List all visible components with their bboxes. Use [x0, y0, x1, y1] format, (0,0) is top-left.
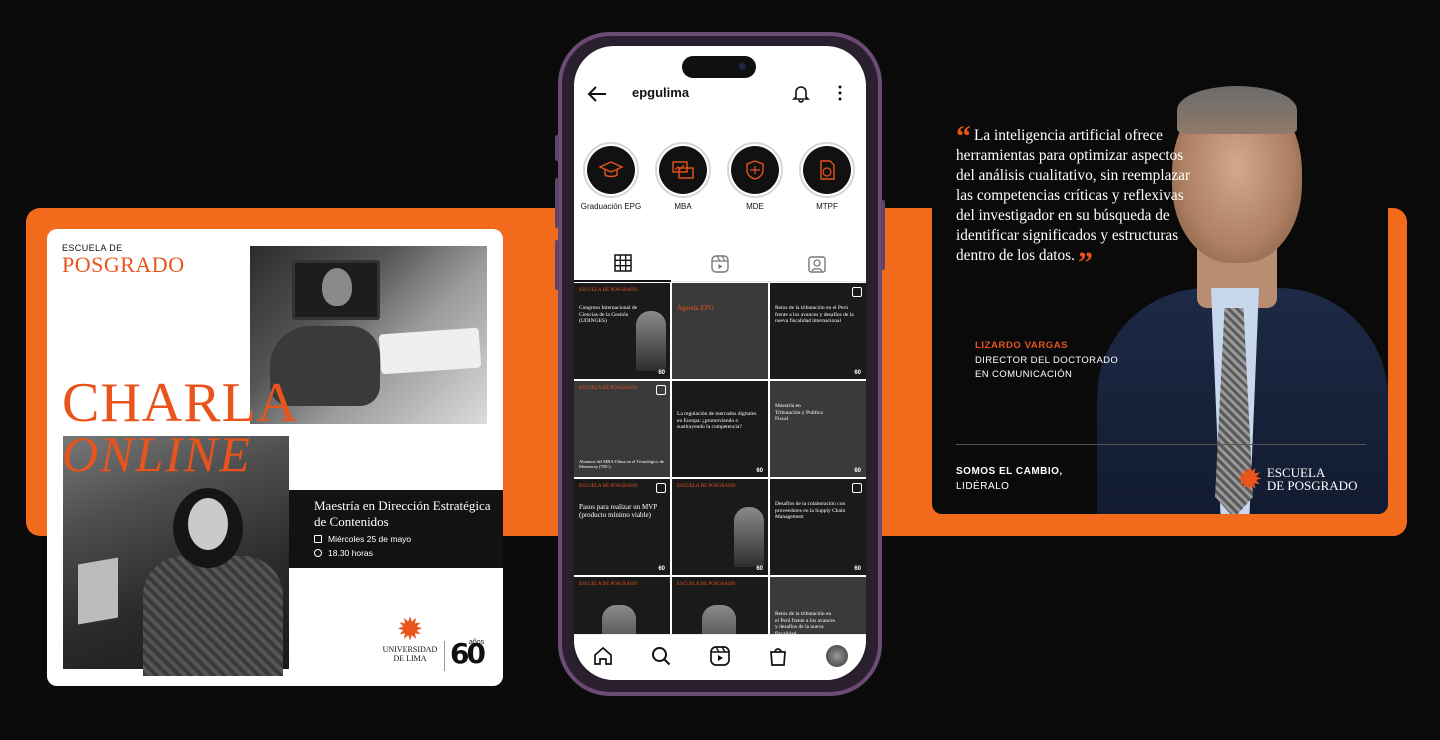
quote-text: La inteligencia artificial ofrece herram… — [956, 127, 1191, 264]
phone-button — [555, 240, 559, 290]
calendar-icon — [314, 535, 322, 543]
grid-icon — [613, 254, 632, 272]
post-tile[interactable]: La regulación de mercados digitales en E… — [672, 381, 768, 477]
profile-username: epgulima — [632, 85, 690, 100]
university-logo: ✹ UNIVERSIDAD DE LIMA — [380, 613, 440, 663]
post-tile[interactable]: ESCUELA DE POSGRADO — [574, 577, 670, 635]
profile-tabs — [574, 246, 866, 282]
phone-screen: epgulima Graduación EPG MBA MDE MTPF ESC… — [574, 46, 866, 680]
multi-post-icon — [656, 385, 666, 395]
reel-post-icon — [656, 483, 666, 493]
headline-charla: CHARLA — [62, 372, 299, 434]
post-tile[interactable]: Maestría en Tributación y Política Fisca… — [770, 381, 866, 477]
phone-button — [555, 135, 559, 161]
graduation-cap-icon — [598, 161, 624, 178]
reels-icon — [710, 255, 729, 273]
clock-icon — [314, 549, 322, 557]
shield-scale-icon — [746, 160, 764, 180]
post-tile[interactable]: ESCUELA DE POSGRADO 60 — [672, 479, 768, 575]
highlight-graduacion[interactable]: Graduación EPG — [576, 142, 646, 211]
reels-icon[interactable] — [709, 645, 731, 667]
post-tile[interactable]: Retos de la tributación en el Perú frent… — [770, 577, 866, 635]
event-info-box: Maestría en Dirección Estratégica de Con… — [289, 490, 503, 568]
bell-icon[interactable] — [791, 83, 811, 103]
charla-online-card: ESCUELA DE POSGRADO CHARLA ONLINE Maestr… — [47, 229, 503, 686]
posts-grid: ESCUELA DE POSGRADO Congreso Internaciona… — [574, 283, 866, 635]
dynamic-island — [682, 56, 756, 78]
post-tile[interactable]: ESCUELA DE POSGRADO Alumnos del MBA Ulima… — [574, 381, 670, 477]
tagged-icon — [807, 256, 826, 273]
tagline-line-2: LIDÉRALO — [956, 481, 1010, 492]
school-logo: ✹ ESCUELA DE POSGRADO — [1236, 463, 1357, 495]
multi-post-icon — [852, 483, 862, 493]
school-label-big: POSGRADO — [62, 252, 185, 277]
tab-tagged[interactable] — [768, 246, 865, 282]
highlight-label: MDE — [746, 202, 764, 211]
star-logo-icon: ✹ — [1236, 461, 1263, 497]
tab-grid[interactable] — [574, 246, 671, 282]
profile-header: epgulima — [574, 78, 866, 112]
highlight-label: Graduación EPG — [580, 202, 642, 211]
post-tile[interactable]: ESCUELA DE POSGRADO — [672, 577, 768, 635]
highlight-label: MTPF — [816, 202, 838, 211]
close-quote-mark: ” — [1077, 246, 1093, 279]
headline-online: ONLINE — [62, 426, 252, 482]
shop-icon[interactable] — [767, 645, 789, 667]
multi-post-icon — [852, 287, 862, 297]
canvas: ESCUELA DE POSGRADO CHARLA ONLINE Maestr… — [0, 0, 1440, 740]
more-options-icon[interactable] — [832, 83, 848, 103]
post-tile[interactable]: Retos de la tributación en el Perú frent… — [770, 283, 866, 379]
home-icon[interactable] — [592, 645, 614, 667]
back-arrow-icon[interactable] — [586, 84, 608, 104]
highlight-mtpf[interactable]: MTPF — [792, 142, 862, 211]
quote-text-block: “La inteligencia artificial ofrece herra… — [956, 122, 1196, 278]
quote-card: “La inteligencia artificial ofrece herra… — [932, 58, 1388, 514]
university-name: UNIVERSIDAD DE LIMA — [382, 645, 438, 663]
speaker-name: LIZARDO VARGAS — [975, 340, 1069, 351]
bottom-nav — [574, 634, 866, 680]
star-logo-icon: ✹ — [396, 611, 424, 647]
tax-document-icon — [820, 160, 835, 180]
profile-avatar[interactable] — [826, 645, 848, 667]
logo-line-2: DE POSGRADO — [1266, 478, 1358, 493]
highlight-mde[interactable]: MDE — [720, 142, 790, 211]
speaker-role: DIRECTOR DEL DOCTORADO EN COMUNICACIÓN — [975, 355, 1119, 380]
post-tile[interactable]: ESCUELA DE POSGRADO Congreso Internaciona… — [574, 283, 670, 379]
highlight-label: MBA — [674, 202, 692, 211]
divider — [956, 444, 1366, 445]
tab-reels[interactable] — [671, 246, 768, 282]
logo-divider — [444, 641, 445, 671]
tagline-line-1: SOMOS EL CAMBIO, — [956, 466, 1063, 477]
post-tile[interactable]: Desafíos de la colaboración con proveedo… — [770, 479, 866, 575]
event-time: 18.30 horas — [328, 548, 373, 558]
search-icon[interactable] — [650, 645, 672, 667]
post-tile[interactable]: ESCUELA DE POSGRADO Pasos para realizar u… — [574, 479, 670, 575]
event-date: Miércoles 25 de mayo — [328, 534, 412, 544]
chat-chart-icon — [672, 161, 694, 179]
post-tile[interactable]: Agenda EPG — [672, 283, 768, 379]
phone-button — [881, 200, 885, 270]
highlight-mba[interactable]: MBA — [648, 142, 718, 211]
anniversary-word: años — [469, 639, 485, 646]
program-name: Maestría en Dirección Estratégica de Con… — [314, 498, 491, 529]
phone-button — [555, 178, 559, 228]
